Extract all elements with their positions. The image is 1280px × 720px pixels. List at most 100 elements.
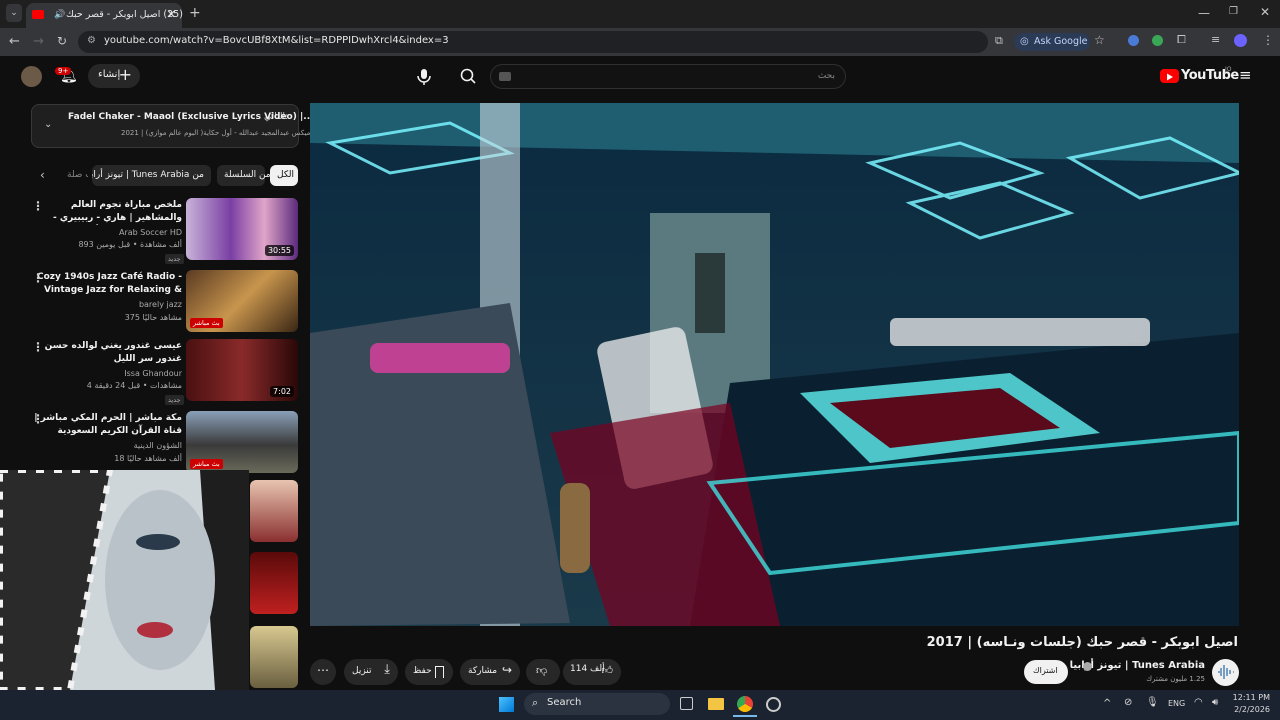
search-icon: ⌕ bbox=[532, 696, 539, 709]
share-button[interactable]: مشاركة ↪ bbox=[460, 659, 520, 685]
video-title: مكة مباشر | الحرم المكي مباشر | قناة الق… bbox=[34, 413, 182, 436]
pip-image bbox=[0, 470, 249, 690]
video-meta: 4 مشاهدات • قبل 24 دقيقة bbox=[86, 381, 182, 390]
extensions-puzzle-icon[interactable]: ⧠ bbox=[1177, 33, 1186, 47]
video-title: Cozy 1940s Jazz Café Radio - Vintage Jaz… bbox=[36, 272, 182, 295]
ask-google-button[interactable]: ◎ Ask Google bbox=[1014, 33, 1090, 51]
speaker-icon[interactable]: 🔊 bbox=[54, 3, 65, 27]
video-thumbnail[interactable]: 7:02 bbox=[186, 339, 298, 401]
reload-icon[interactable]: ↻ bbox=[57, 34, 67, 48]
channel-name: الشؤون الدينية bbox=[133, 441, 182, 450]
guide-menu-icon[interactable]: ≡ bbox=[1239, 66, 1252, 84]
close-tab-icon[interactable]: ✕ bbox=[167, 3, 176, 27]
wifi-icon[interactable]: ◠ bbox=[1194, 697, 1203, 708]
keyboard-icon[interactable] bbox=[499, 72, 511, 81]
active-app-indicator bbox=[733, 715, 757, 717]
more-actions-icon[interactable]: ⋮ bbox=[32, 199, 44, 213]
extension-2-icon[interactable] bbox=[1152, 35, 1163, 46]
network-icon[interactable]: ⊘ bbox=[1124, 697, 1132, 708]
chrome-icon[interactable] bbox=[737, 696, 753, 712]
active-tab[interactable]: (25) اصيل ابوبكر - قصر حبك 🔊 ✕ bbox=[26, 3, 183, 28]
plus-icon: + bbox=[118, 65, 132, 84]
language-indicator[interactable]: ENG bbox=[1168, 699, 1185, 708]
restore-icon[interactable]: ❐ bbox=[1229, 6, 1238, 17]
like-button[interactable]: 114 ألف 👍︎ bbox=[563, 659, 621, 685]
user-avatar[interactable] bbox=[21, 66, 42, 87]
forward-icon[interactable]: → bbox=[33, 34, 44, 49]
extension-icon[interactable] bbox=[1128, 35, 1139, 46]
chevron-down-icon[interactable]: ⌄ bbox=[44, 119, 52, 130]
video-title: عيسى غندور يغني لوالده حسن غندور سر اللي… bbox=[44, 341, 182, 364]
minimize-icon[interactable]: — bbox=[1198, 6, 1210, 20]
cast-icon[interactable]: ⧉ bbox=[995, 34, 1003, 48]
task-view-icon[interactable] bbox=[680, 697, 693, 710]
verified-icon bbox=[1083, 662, 1092, 671]
channel-name: Arab Soccer HD bbox=[119, 228, 182, 237]
more-actions-icon[interactable]: ⋯ bbox=[310, 659, 336, 685]
youtube-logo-icon[interactable] bbox=[1160, 69, 1179, 83]
dislike-button[interactable]: 👎︎ bbox=[526, 659, 560, 685]
video-meta: 893 ألف مشاهدة • قبل يومين bbox=[78, 240, 182, 249]
notification-count-badge: 9+ bbox=[55, 67, 72, 75]
channel-avatar[interactable] bbox=[1212, 659, 1239, 686]
likes-count: 114 ألف bbox=[570, 664, 605, 674]
channel-name: barely jazz bbox=[138, 300, 182, 309]
video-title: ملخص مباراة نجوم العالم والمشاهير | هاري… bbox=[52, 200, 182, 223]
new-badge: جديد bbox=[165, 254, 184, 264]
tab-search-icon[interactable]: ⌄ bbox=[6, 4, 22, 22]
clock-time[interactable]: 12:11 PM bbox=[1232, 693, 1270, 702]
chip-series[interactable]: من السلسلة bbox=[217, 165, 271, 186]
thumbs-up-icon: 👍︎ bbox=[601, 664, 614, 677]
bookmark-star-icon[interactable]: ☆ bbox=[1094, 33, 1105, 47]
video-thumbnail[interactable] bbox=[250, 480, 298, 542]
more-actions-icon[interactable]: ⋮ bbox=[32, 271, 44, 285]
more-actions-icon[interactable]: ⋮ bbox=[32, 412, 44, 426]
search-button[interactable] bbox=[452, 64, 488, 89]
video-thumbnail[interactable] bbox=[250, 552, 298, 614]
new-badge: جديد bbox=[165, 395, 184, 405]
volume-icon[interactable]: 🔊︎ bbox=[1212, 697, 1218, 708]
autoplay-next-card[interactable]: ⌄ التالي: Fadel Chaker - Maaol (Exclusiv… bbox=[31, 104, 314, 148]
site-info-icon[interactable]: ⚙ bbox=[87, 35, 96, 46]
voice-search-button[interactable] bbox=[412, 64, 436, 89]
subscribe-button[interactable]: اشتراك bbox=[1024, 660, 1068, 684]
video-thumbnail[interactable]: بث مباشر bbox=[186, 411, 298, 473]
chip-tunes-arabia[interactable]: من Tunes Arabia | تيونز أرابيا bbox=[92, 165, 211, 186]
video-thumbnail[interactable]: بث مباشر bbox=[186, 270, 298, 332]
file-explorer-icon[interactable] bbox=[708, 698, 724, 710]
video-thumbnail[interactable] bbox=[250, 626, 298, 688]
youtube-favicon-icon bbox=[32, 10, 44, 19]
back-icon[interactable]: ← bbox=[9, 34, 20, 49]
taskbar-search-input[interactable]: ⌕ Search bbox=[524, 693, 670, 715]
tab-title: (25) اصيل ابوبكر - قصر حبك bbox=[66, 9, 183, 20]
share-label: مشاركة bbox=[468, 666, 498, 676]
video-meta: 18 ألف مشاهد حاليًا bbox=[114, 454, 182, 463]
picture-in-picture-thumbnail[interactable] bbox=[0, 470, 249, 690]
region-code: JO bbox=[1225, 66, 1232, 73]
download-label: تنزيل bbox=[352, 666, 372, 676]
url-field[interactable]: ⚙ youtube.com/watch?v=BovcUBf8XtM&list=R… bbox=[78, 31, 988, 53]
chips-prev-icon[interactable]: ‹ bbox=[40, 168, 45, 182]
microphone-icon[interactable]: 🎙︎ bbox=[1146, 697, 1159, 708]
windows-start-icon[interactable] bbox=[499, 697, 514, 712]
new-tab-icon[interactable]: + bbox=[189, 5, 201, 21]
clock-date[interactable]: 2/2/2026 bbox=[1232, 705, 1270, 714]
browser-menu-icon[interactable]: ⋮ bbox=[1262, 33, 1274, 47]
chip-all[interactable]: الكل bbox=[270, 165, 298, 186]
show-hidden-icons-icon[interactable]: ^ bbox=[1103, 698, 1111, 709]
search-input[interactable]: بحث bbox=[490, 64, 846, 89]
app-icon[interactable] bbox=[766, 697, 781, 712]
save-label: حفظ bbox=[413, 666, 432, 676]
create-button[interactable]: إنشاء + bbox=[88, 64, 140, 88]
subscriber-count: 1.25 مليون مشترك bbox=[1146, 675, 1205, 683]
video-player[interactable] bbox=[310, 103, 1239, 626]
create-label: إنشاء bbox=[98, 69, 121, 80]
video-thumbnail[interactable]: 30:55 bbox=[186, 198, 298, 260]
close-window-icon[interactable]: ✕ bbox=[1260, 5, 1270, 19]
chip-related[interactable]: ذات صلة bbox=[60, 165, 88, 186]
profile-avatar-icon[interactable] bbox=[1234, 34, 1247, 47]
save-button[interactable]: حفظ bbox=[405, 659, 453, 685]
more-actions-icon[interactable]: ⋮ bbox=[32, 340, 44, 354]
media-control-icon[interactable]: ≡ bbox=[1211, 33, 1220, 46]
download-button[interactable]: تنزيل ⤓ bbox=[344, 659, 398, 685]
